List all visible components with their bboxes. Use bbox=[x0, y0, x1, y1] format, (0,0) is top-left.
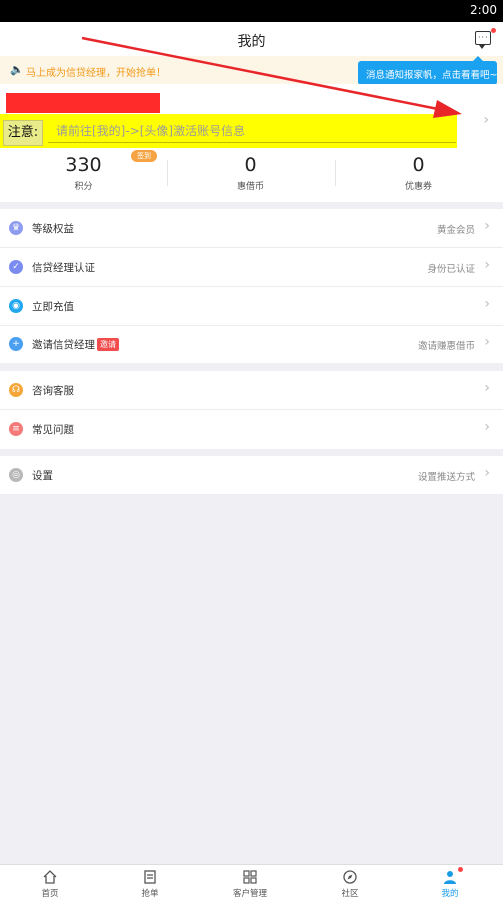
notice-hint: 请前往[我的]->[头像]激活账号信息 bbox=[48, 120, 456, 143]
page-title: 我的 bbox=[237, 34, 266, 50]
message-icon[interactable]: ··· bbox=[475, 31, 491, 49]
menu-item-faq[interactable]: ≡ 常见问题 › bbox=[0, 410, 503, 448]
menu-label: 等级权益 bbox=[32, 223, 74, 235]
menu-label: 设置 bbox=[32, 470, 53, 482]
menu-value: 身份已认证 bbox=[427, 264, 475, 275]
menu-item-level[interactable]: ♛ 等级权益 黄金会员 › bbox=[0, 209, 503, 248]
grid-icon bbox=[243, 870, 257, 884]
menu-value: 黄金会员 bbox=[436, 225, 475, 236]
menu-label: 邀请信贷经理 bbox=[32, 339, 95, 351]
menu-label: 信贷经理认证 bbox=[32, 262, 95, 274]
notice-text: 马上成为信贷经理，开始抢单！ bbox=[26, 68, 166, 79]
stat-value: 0 bbox=[244, 154, 257, 176]
redacted-username bbox=[6, 93, 160, 113]
menu-label: 立即充值 bbox=[32, 301, 74, 313]
menu-group-3: ◎ 设置 设置推送方式 › bbox=[0, 456, 503, 494]
stats-row: 330 积分 签到 0 惠借币 0 优惠券 bbox=[0, 150, 503, 196]
tab-home[interactable]: 首页 bbox=[0, 865, 100, 902]
chevron-right-icon: › bbox=[484, 465, 490, 481]
tab-customers[interactable]: 客户管理 bbox=[200, 865, 300, 902]
invite-badge: 邀请 bbox=[97, 338, 119, 351]
chevron-right-icon: › bbox=[484, 334, 490, 350]
chevron-right-icon[interactable]: › bbox=[483, 112, 489, 128]
stat-label: 惠借币 bbox=[236, 182, 264, 192]
tooltip-text: 消息通知报家帆，点击看看吧~ bbox=[366, 70, 498, 81]
status-bar: 2:00 bbox=[0, 0, 503, 22]
tab-me[interactable]: 我的 bbox=[400, 865, 500, 902]
unread-dot bbox=[491, 28, 496, 33]
home-icon bbox=[43, 870, 57, 884]
chevron-right-icon: › bbox=[484, 419, 490, 435]
tab-label: 客户管理 bbox=[232, 889, 267, 899]
notice-label: 注意: bbox=[3, 120, 43, 146]
verify-icon: ✓ bbox=[9, 260, 23, 274]
message-tooltip[interactable]: 消息通知报家帆，点击看看吧~ bbox=[358, 56, 498, 85]
headset-icon: ☊ bbox=[9, 383, 23, 397]
recharge-icon: ◉ bbox=[9, 299, 23, 313]
tab-orders[interactable]: 抢单 bbox=[100, 865, 200, 902]
stat-label: 积分 bbox=[74, 182, 93, 192]
faq-icon: ≡ bbox=[9, 422, 23, 436]
settings-icon: ◎ bbox=[9, 468, 23, 482]
compass-icon bbox=[343, 870, 357, 884]
menu-group-2: ☊ 咨询客服 › ≡ 常见问题 › bbox=[0, 371, 503, 449]
tab-label: 我的 bbox=[441, 889, 459, 899]
stat-coins[interactable]: 0 惠借币 bbox=[167, 150, 334, 196]
tab-community[interactable]: 社区 bbox=[300, 865, 400, 902]
tab-label: 首页 bbox=[41, 889, 59, 899]
menu-value: 设置推送方式 bbox=[417, 472, 475, 483]
chevron-right-icon: › bbox=[484, 380, 490, 396]
chevron-right-icon: › bbox=[484, 257, 490, 273]
user-icon bbox=[444, 871, 456, 884]
menu-item-support[interactable]: ☊ 咨询客服 › bbox=[0, 371, 503, 410]
menu-value: 邀请赚惠借币 bbox=[417, 341, 475, 352]
tab-label: 抢单 bbox=[141, 889, 159, 899]
menu-item-invite[interactable]: + 邀请信贷经理 邀请 邀请赚惠借币 › bbox=[0, 325, 503, 363]
menu-item-recharge[interactable]: ◉ 立即充值 › bbox=[0, 287, 503, 326]
profile-card[interactable]: 注意: 请前往[我的]->[头像]激活账号信息 › 330 积分 签到 0 惠借… bbox=[0, 84, 503, 202]
menu-item-settings[interactable]: ◎ 设置 设置推送方式 › bbox=[0, 456, 503, 494]
menu-label: 咨询客服 bbox=[32, 385, 74, 397]
tab-badge-dot bbox=[458, 867, 463, 872]
orders-icon bbox=[144, 870, 156, 884]
speaker-icon: 🔈 bbox=[10, 63, 24, 76]
menu-item-certification[interactable]: ✓ 信贷经理认证 身份已认证 › bbox=[0, 248, 503, 287]
bottom-tab-bar: 首页 抢单 客户管理 社区 我的 bbox=[0, 864, 503, 902]
status-time: 2:00 bbox=[470, 3, 497, 17]
menu-label: 常见问题 bbox=[32, 424, 74, 436]
stat-coupons[interactable]: 0 优惠券 bbox=[335, 150, 502, 196]
activation-notice: 注意: 请前往[我的]->[头像]激活账号信息 bbox=[0, 114, 457, 148]
menu-group-1: ♛ 等级权益 黄金会员 › ✓ 信贷经理认证 身份已认证 › ◉ 立即充值 › … bbox=[0, 209, 503, 363]
crown-icon: ♛ bbox=[9, 221, 23, 235]
chevron-right-icon: › bbox=[484, 218, 490, 234]
invite-icon: + bbox=[9, 337, 23, 351]
chevron-right-icon: › bbox=[484, 296, 490, 312]
tab-label: 社区 bbox=[341, 889, 359, 899]
stat-label: 优惠券 bbox=[404, 182, 432, 192]
stat-value: 0 bbox=[412, 154, 425, 176]
sign-in-badge[interactable]: 签到 bbox=[131, 150, 157, 162]
header: 我的 ··· bbox=[0, 22, 503, 56]
